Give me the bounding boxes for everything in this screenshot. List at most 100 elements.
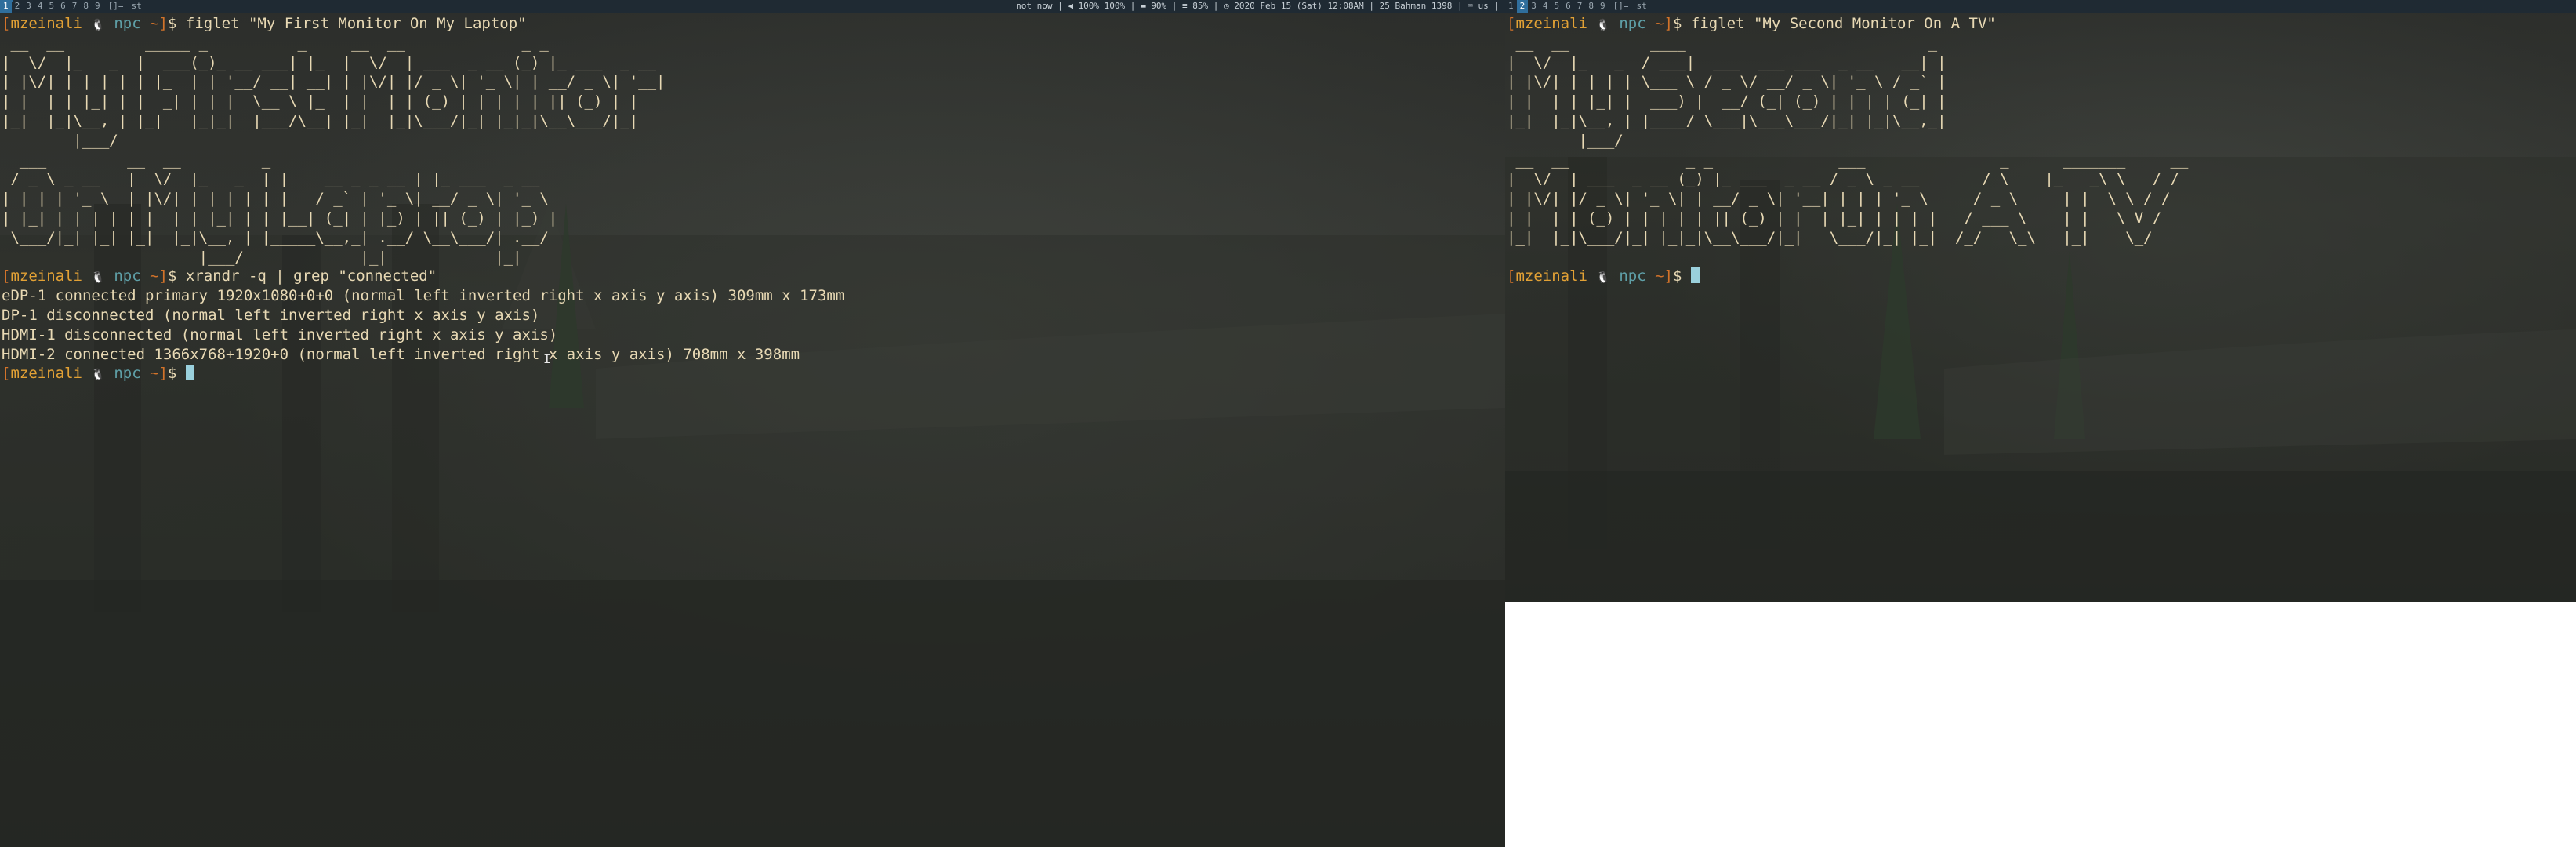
tag-5[interactable]: 5 bbox=[1551, 0, 1563, 13]
prompt-user: mzeinali bbox=[10, 365, 82, 383]
prompt-dollar: $ bbox=[1673, 267, 1691, 285]
command-text: figlet "My First Monitor On My Laptop" bbox=[185, 15, 527, 32]
status-bar-left: 1 2 3 4 5 6 7 8 9 []= st not now | ◀ 100… bbox=[0, 0, 1505, 13]
tag-1[interactable]: 1 bbox=[0, 0, 12, 13]
prompt-bracket: ] bbox=[1664, 15, 1673, 32]
prompt-path: ~ bbox=[1655, 267, 1664, 285]
tag-list: 1 2 3 4 5 6 7 8 9 []= st bbox=[1505, 0, 1650, 13]
unused-screen-area bbox=[1505, 602, 2576, 847]
prompt-bracket: [ bbox=[1507, 15, 1516, 32]
tag-6[interactable]: 6 bbox=[1562, 0, 1574, 13]
figlet-art-line: __ __ _____ _ _ __ __ _ _ bbox=[2, 34, 549, 52]
tag-2[interactable]: 2 bbox=[1516, 0, 1529, 13]
tux-icon: 🐧 bbox=[1596, 271, 1610, 285]
prompt-bracket: ] bbox=[158, 15, 168, 32]
ibeam-cursor-icon: I bbox=[543, 351, 551, 366]
prompt-line: [mzeinali 🐧 npc ~]$ xrandr -q | grep "co… bbox=[2, 267, 1504, 286]
tag-4[interactable]: 4 bbox=[1540, 0, 1551, 13]
prompt-line: [mzeinali 🐧 npc ~]$ figlet "My First Mon… bbox=[2, 14, 1504, 34]
output-line: eDP-1 connected primary 1920x1080+0+0 (n… bbox=[2, 287, 845, 305]
prompt-bracket: [ bbox=[2, 15, 11, 32]
figlet-art-line: \___/|_| |_| |_| |_|\__, | |_____\__,_| … bbox=[2, 228, 549, 246]
tag-4[interactable]: 4 bbox=[34, 0, 46, 13]
prompt-path: ~ bbox=[150, 267, 159, 285]
prompt-line: [mzeinali 🐧 npc ~]$ bbox=[1507, 267, 2574, 286]
prompt-host: npc bbox=[1619, 267, 1646, 285]
tag-list: 1 2 3 4 5 6 7 8 9 []= st bbox=[0, 0, 145, 13]
tag-7[interactable]: 7 bbox=[1574, 0, 1586, 13]
figlet-art-line: |___/ bbox=[1507, 131, 1624, 149]
status-text: not now | ◀ 100% 100% | ▬ 90% | ≡ 85% | … bbox=[1016, 1, 1499, 11]
figlet-art-line: | \/ | ___ _ __ (_) |_ ___ _ __ / _ \ _ … bbox=[1507, 170, 2179, 188]
figlet-art-line: | |_| | | | | | | | | |_| | | |__| (_| |… bbox=[2, 209, 558, 227]
tag-8[interactable]: 8 bbox=[1585, 0, 1597, 13]
prompt-host: npc bbox=[114, 267, 141, 285]
prompt-user: mzeinali bbox=[10, 267, 82, 285]
window-title: st bbox=[131, 1, 142, 11]
prompt-host: npc bbox=[1619, 15, 1646, 32]
output-line: HDMI-2 connected 1366x768+1920+0 (normal… bbox=[2, 345, 800, 363]
tag-3[interactable]: 3 bbox=[23, 0, 34, 13]
tux-icon: 🐧 bbox=[91, 369, 105, 382]
prompt-bracket: ] bbox=[1664, 267, 1673, 285]
figlet-art-line: | \/ |_ _ / ___| ___ ___ ___ _ __ __| | bbox=[1507, 53, 1947, 71]
tux-icon: 🐧 bbox=[1596, 19, 1610, 31]
prompt-host: npc bbox=[114, 365, 141, 383]
prompt-path: ~ bbox=[1655, 15, 1664, 32]
tag-9[interactable]: 9 bbox=[92, 0, 103, 13]
tag-5[interactable]: 5 bbox=[46, 0, 58, 13]
figlet-art-line: __ __ _ _ ___ _ _______ __ bbox=[1507, 151, 2189, 169]
left-monitor: 1 2 3 4 5 6 7 8 9 []= st not now | ◀ 100… bbox=[0, 0, 1505, 847]
prompt-dollar: $ bbox=[168, 267, 186, 285]
figlet-art-line: | | | | '_ \ | |\/| | | | | | | / _` | '… bbox=[2, 190, 549, 208]
figlet-art-line: |___/ |_| |_| bbox=[2, 248, 522, 266]
prompt-user: mzeinali bbox=[1515, 15, 1587, 32]
figlet-art-line: | |\/| | | | | | |_ | | '__/ __| __| | |… bbox=[2, 73, 666, 91]
figlet-art-line: |_| |_|\__, | |_| |_|_| |___/\__| |_| |_… bbox=[2, 111, 639, 129]
prompt-dollar: $ bbox=[168, 15, 186, 32]
prompt-user: mzeinali bbox=[1515, 267, 1587, 285]
output-line: DP-1 disconnected (normal left inverted … bbox=[2, 306, 540, 324]
prompt-line: [mzeinali 🐧 npc ~]$ figlet "My Second Mo… bbox=[1507, 14, 2574, 34]
prompt-host: npc bbox=[114, 15, 141, 32]
prompt-path: ~ bbox=[150, 365, 159, 383]
terminal-left[interactable]: [mzeinali 🐧 npc ~]$ figlet "My First Mon… bbox=[0, 13, 1505, 847]
figlet-art-line: | |\/| |/ _ \| '_ \| | __/ _ \| '__| | |… bbox=[1507, 190, 2171, 208]
layout-indicator[interactable]: []= bbox=[1609, 0, 1634, 13]
figlet-art-line: |_| |_|\___/|_| |_|_|\__\___/|_| \___/|_… bbox=[1507, 228, 2153, 246]
tux-icon: 🐧 bbox=[91, 271, 105, 285]
prompt-bracket: ] bbox=[158, 365, 168, 383]
figlet-art-line: | | | | (_) | | | | | || (_) | | | |_| |… bbox=[1507, 209, 2162, 227]
tag-3[interactable]: 3 bbox=[1528, 0, 1540, 13]
figlet-art-line: | \/ |_ _ | ___(_)_ __ ___| |_ | \/ | __… bbox=[2, 53, 657, 71]
prompt-user: mzeinali bbox=[10, 15, 82, 32]
tag-1[interactable]: 1 bbox=[1505, 0, 1517, 13]
tag-9[interactable]: 9 bbox=[1597, 0, 1609, 13]
tag-8[interactable]: 8 bbox=[80, 0, 92, 13]
tag-7[interactable]: 7 bbox=[69, 0, 81, 13]
prompt-bracket: [ bbox=[2, 365, 11, 383]
figlet-art-line: |___/ bbox=[2, 131, 118, 149]
layout-indicator[interactable]: []= bbox=[103, 0, 129, 13]
terminal-cursor bbox=[185, 365, 194, 381]
prompt-path: ~ bbox=[150, 15, 159, 32]
prompt-bracket: [ bbox=[2, 267, 11, 285]
prompt-line: [mzeinali 🐧 npc ~]$ bbox=[2, 364, 1504, 384]
figlet-art-line: | |\/| | | | | \___ \ / _ \/ __/ _ \| '_… bbox=[1507, 73, 1947, 91]
status-bar-right: 1 2 3 4 5 6 7 8 9 []= st bbox=[1505, 0, 2576, 13]
figlet-art-line: | | | | |_| | | _| | | | \__ \ |_ | | | … bbox=[2, 93, 639, 111]
terminal-cursor bbox=[1690, 267, 1700, 284]
tag-6[interactable]: 6 bbox=[57, 0, 69, 13]
command-text: figlet "My Second Monitor On A TV" bbox=[1690, 15, 1996, 32]
prompt-dollar: $ bbox=[1673, 15, 1691, 32]
right-monitor: 1 2 3 4 5 6 7 8 9 []= st [mzeinali 🐧 npc… bbox=[1505, 0, 2576, 602]
figlet-art-line: | | | | |_| | ___) | __/ (_| (_) | | | |… bbox=[1507, 93, 1947, 111]
tag-2[interactable]: 2 bbox=[12, 0, 24, 13]
figlet-art-line: |_| |_|\__, | |____/ \___|\___\___/|_| |… bbox=[1507, 111, 1947, 129]
window-title: st bbox=[1636, 1, 1647, 11]
command-text: xrandr -q | grep "connected" bbox=[185, 267, 437, 285]
terminal-right[interactable]: [mzeinali 🐧 npc ~]$ figlet "My Second Mo… bbox=[1505, 13, 2576, 602]
figlet-art-line: __ __ ____ _ bbox=[1507, 34, 1938, 52]
figlet-art-line: / _ \ _ __ | \/ |_ _ | | __ _ _ __ | |_ … bbox=[2, 170, 540, 188]
prompt-bracket: ] bbox=[158, 267, 168, 285]
